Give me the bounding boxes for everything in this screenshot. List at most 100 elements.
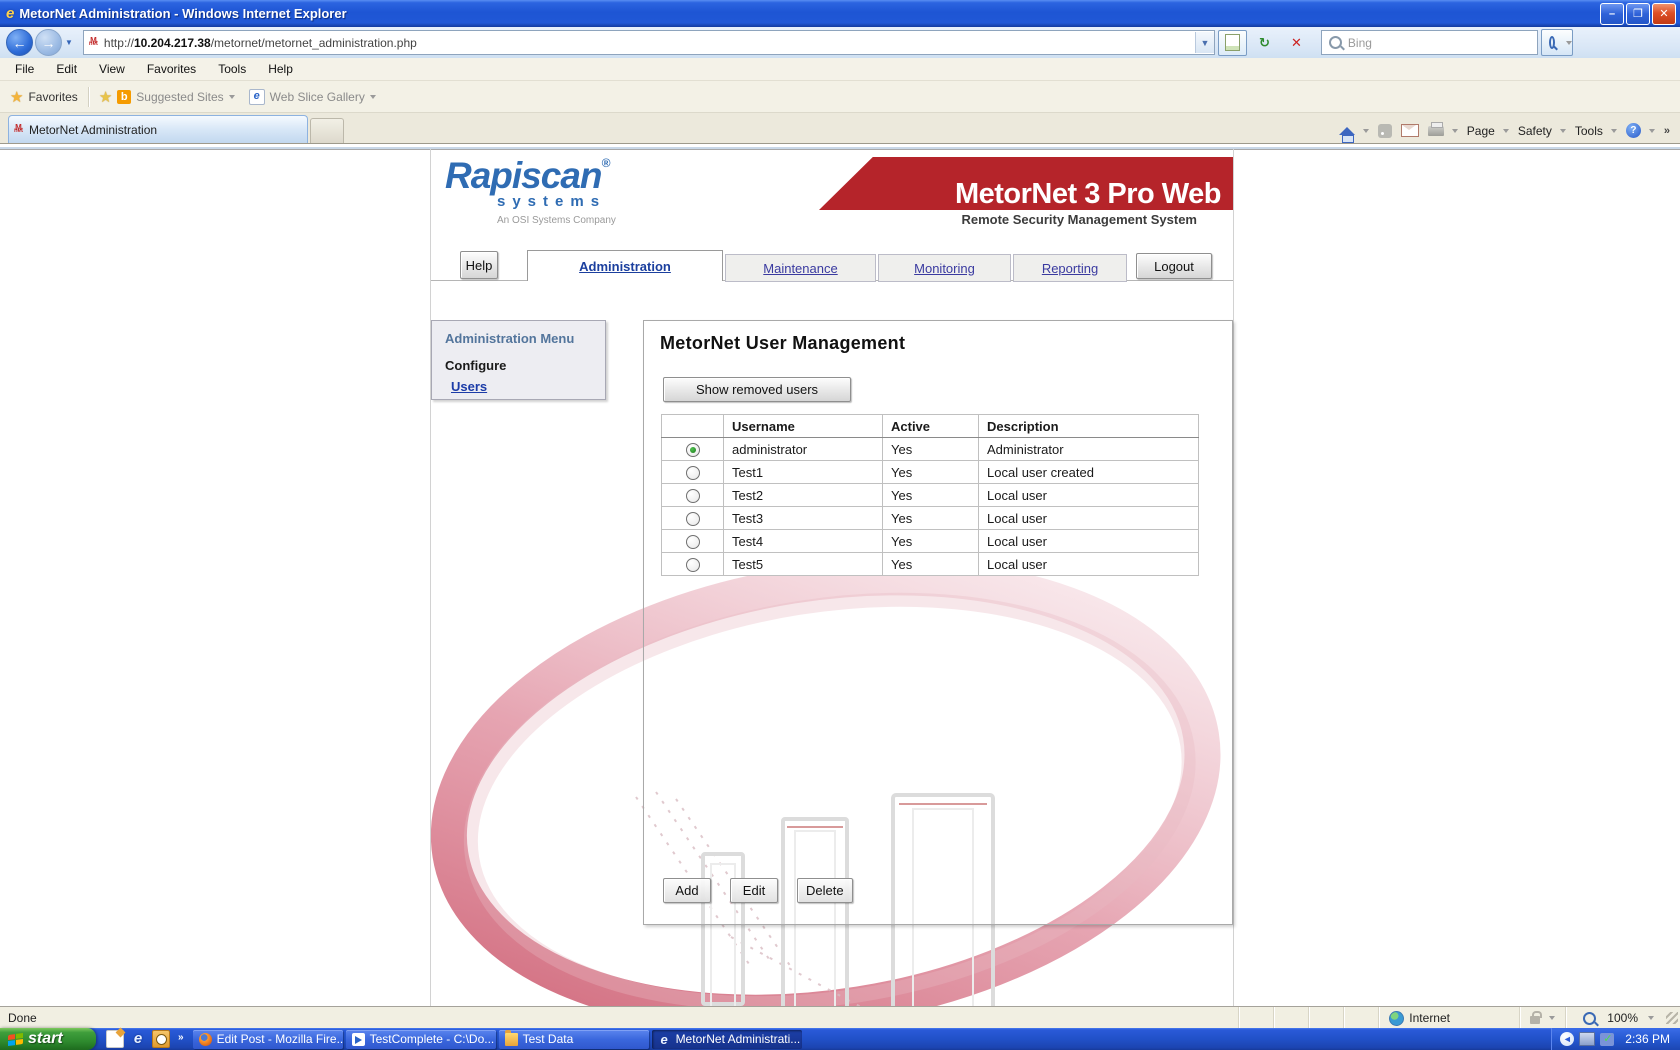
row-radio[interactable]: [685, 534, 700, 549]
row-radio[interactable]: [685, 511, 700, 526]
rapiscan-logo: Rapiscan® systems An OSI Systems Company: [445, 155, 616, 226]
menu-tools[interactable]: Tools: [215, 60, 249, 78]
tray-status-icon[interactable]: [1600, 1032, 1615, 1046]
command-bar: Page Safety Tools ? »: [1338, 121, 1680, 143]
taskbar-button-testcomplete[interactable]: TestComplete - C:\Do...: [345, 1029, 496, 1049]
security-zone: Internet: [1378, 1007, 1519, 1029]
home-button[interactable]: [1338, 126, 1369, 143]
protected-mode-button[interactable]: [1519, 1007, 1565, 1029]
stop-button[interactable]: ✕: [1282, 30, 1311, 56]
table-row[interactable]: Test4 Yes Local user: [661, 529, 1199, 553]
column-select: [661, 414, 724, 438]
resize-grip[interactable]: [1666, 1012, 1678, 1024]
search-go-button[interactable]: [1540, 29, 1573, 56]
table-actions: Add Edit Delete: [663, 878, 853, 903]
show-removed-users-button[interactable]: Show removed users: [663, 377, 851, 402]
menu-help[interactable]: Help: [265, 60, 296, 78]
add-favorite-icon[interactable]: ★: [99, 88, 112, 106]
zoom-control[interactable]: 100%: [1565, 1007, 1666, 1029]
desktop: { "window": { "title": "MetorNet Adminis…: [0, 0, 1680, 1050]
product-banner: MetorNet 3 Pro Web: [819, 157, 1233, 210]
page-viewport: Rapiscan® systems An OSI Systems Company…: [0, 144, 1680, 1006]
address-bar[interactable]: Mnet http://10.204.217.38/metornet/metor…: [82, 30, 1215, 55]
favorites-button[interactable]: Favorites: [28, 90, 77, 104]
help-menu-button[interactable]: ?: [1625, 123, 1655, 138]
tab-maintenance[interactable]: Maintenance: [725, 254, 876, 282]
taskbar-button-firefox[interactable]: Edit Post - Mozilla Fire...: [192, 1029, 343, 1049]
quicklaunch-ie-icon[interactable]: e: [130, 1031, 146, 1047]
web-slice-gallery-button[interactable]: Web Slice Gallery: [270, 90, 365, 104]
refresh-button[interactable]: ↻: [1250, 30, 1279, 56]
ie-icon: e: [660, 1031, 668, 1047]
compatibility-view-button[interactable]: [1217, 29, 1247, 56]
maximize-button[interactable]: ❐: [1626, 2, 1650, 25]
table-row[interactable]: Test3 Yes Local user: [661, 506, 1199, 530]
table-row[interactable]: Test5 Yes Local user: [661, 552, 1199, 576]
help-button[interactable]: Help: [460, 251, 498, 279]
quicklaunch-clock-icon[interactable]: [152, 1030, 170, 1048]
quicklaunch-overflow-icon[interactable]: »: [178, 1032, 184, 1043]
logout-button[interactable]: Logout: [1136, 253, 1212, 279]
administration-menu-panel: Administration Menu Configure Users: [431, 320, 606, 400]
search-go-icon: [1548, 36, 1555, 49]
window-titlebar[interactable]: e MetorNet Administration - Windows Inte…: [0, 0, 1680, 27]
tab-reporting[interactable]: Reporting: [1013, 254, 1127, 282]
tray-network-icon[interactable]: [1579, 1032, 1596, 1046]
read-mail-button[interactable]: [1400, 124, 1419, 137]
lock-icon: [1530, 1010, 1543, 1024]
print-button[interactable]: [1427, 121, 1458, 136]
web-slice-dropdown-icon[interactable]: [369, 94, 376, 99]
menu-edit[interactable]: Edit: [53, 60, 80, 78]
row-radio[interactable]: [685, 465, 700, 480]
row-radio-selected[interactable]: [685, 442, 700, 457]
table-row[interactable]: Test2 Yes Local user: [661, 483, 1199, 507]
browser-tab[interactable]: Mnet MetorNet Administration: [8, 115, 308, 143]
table-row[interactable]: administrator Yes Administrator: [661, 437, 1199, 461]
menu-favorites[interactable]: Favorites: [144, 60, 199, 78]
status-text: Done: [8, 1011, 37, 1025]
table-header-row: Username Active Description: [661, 414, 1199, 438]
table-row[interactable]: Test1 Yes Local user created: [661, 460, 1199, 484]
new-tab-button[interactable]: [310, 118, 344, 143]
taskbar-button-testdata[interactable]: Test Data: [498, 1029, 649, 1049]
start-button[interactable]: start: [0, 1028, 96, 1050]
suggested-sites-button[interactable]: Suggested Sites: [136, 90, 223, 104]
back-button[interactable]: ←: [6, 29, 33, 56]
zoom-icon: [1583, 1011, 1597, 1025]
edit-button[interactable]: Edit: [730, 878, 778, 903]
tab-monitoring[interactable]: Monitoring: [878, 254, 1011, 282]
folder-icon: [504, 1029, 518, 1046]
sidebar-link-users[interactable]: Users: [451, 379, 487, 394]
tab-favicon: Mnet: [14, 122, 23, 135]
printer-icon: [1427, 121, 1444, 136]
bing-icon: b: [117, 89, 132, 104]
tab-administration[interactable]: Administration: [527, 250, 723, 281]
taskbar-button-metornet[interactable]: e MetorNet Administrati...: [651, 1029, 802, 1049]
add-button[interactable]: Add: [663, 878, 711, 903]
page-content: Rapiscan® systems An OSI Systems Company…: [430, 149, 1234, 1006]
feeds-button[interactable]: [1377, 123, 1392, 138]
address-dropdown-icon[interactable]: ▼: [1194, 32, 1214, 53]
safety-menu-button[interactable]: Safety: [1518, 124, 1566, 138]
quicklaunch-notes-icon[interactable]: [106, 1030, 124, 1048]
column-active: Active: [882, 414, 979, 438]
windows-flag-icon: [8, 1032, 23, 1046]
product-title: MetorNet 3 Pro Web: [954, 177, 1222, 210]
tray-collapse-icon[interactable]: ◄: [1560, 1032, 1575, 1046]
suggested-sites-dropdown-icon[interactable]: [228, 94, 235, 99]
menu-file[interactable]: File: [12, 60, 37, 78]
menu-view[interactable]: View: [96, 60, 128, 78]
minimize-button[interactable]: –: [1600, 2, 1624, 25]
url-host: 10.204.217.38: [133, 35, 211, 50]
page-menu-button[interactable]: Page: [1467, 124, 1509, 138]
forward-button[interactable]: →: [35, 29, 62, 56]
row-radio[interactable]: [685, 488, 700, 503]
tools-menu-button[interactable]: Tools: [1575, 124, 1617, 138]
delete-button[interactable]: Delete: [797, 878, 853, 903]
favorites-bar: ★ Favorites ★ b Suggested Sites e Web Sl…: [0, 81, 1680, 113]
close-button[interactable]: ✕: [1652, 2, 1676, 25]
search-input[interactable]: Bing: [1320, 30, 1538, 55]
toolbar-overflow-icon[interactable]: »: [1664, 125, 1670, 137]
history-dropdown-icon[interactable]: ▼: [65, 38, 73, 47]
row-radio[interactable]: [685, 557, 700, 572]
